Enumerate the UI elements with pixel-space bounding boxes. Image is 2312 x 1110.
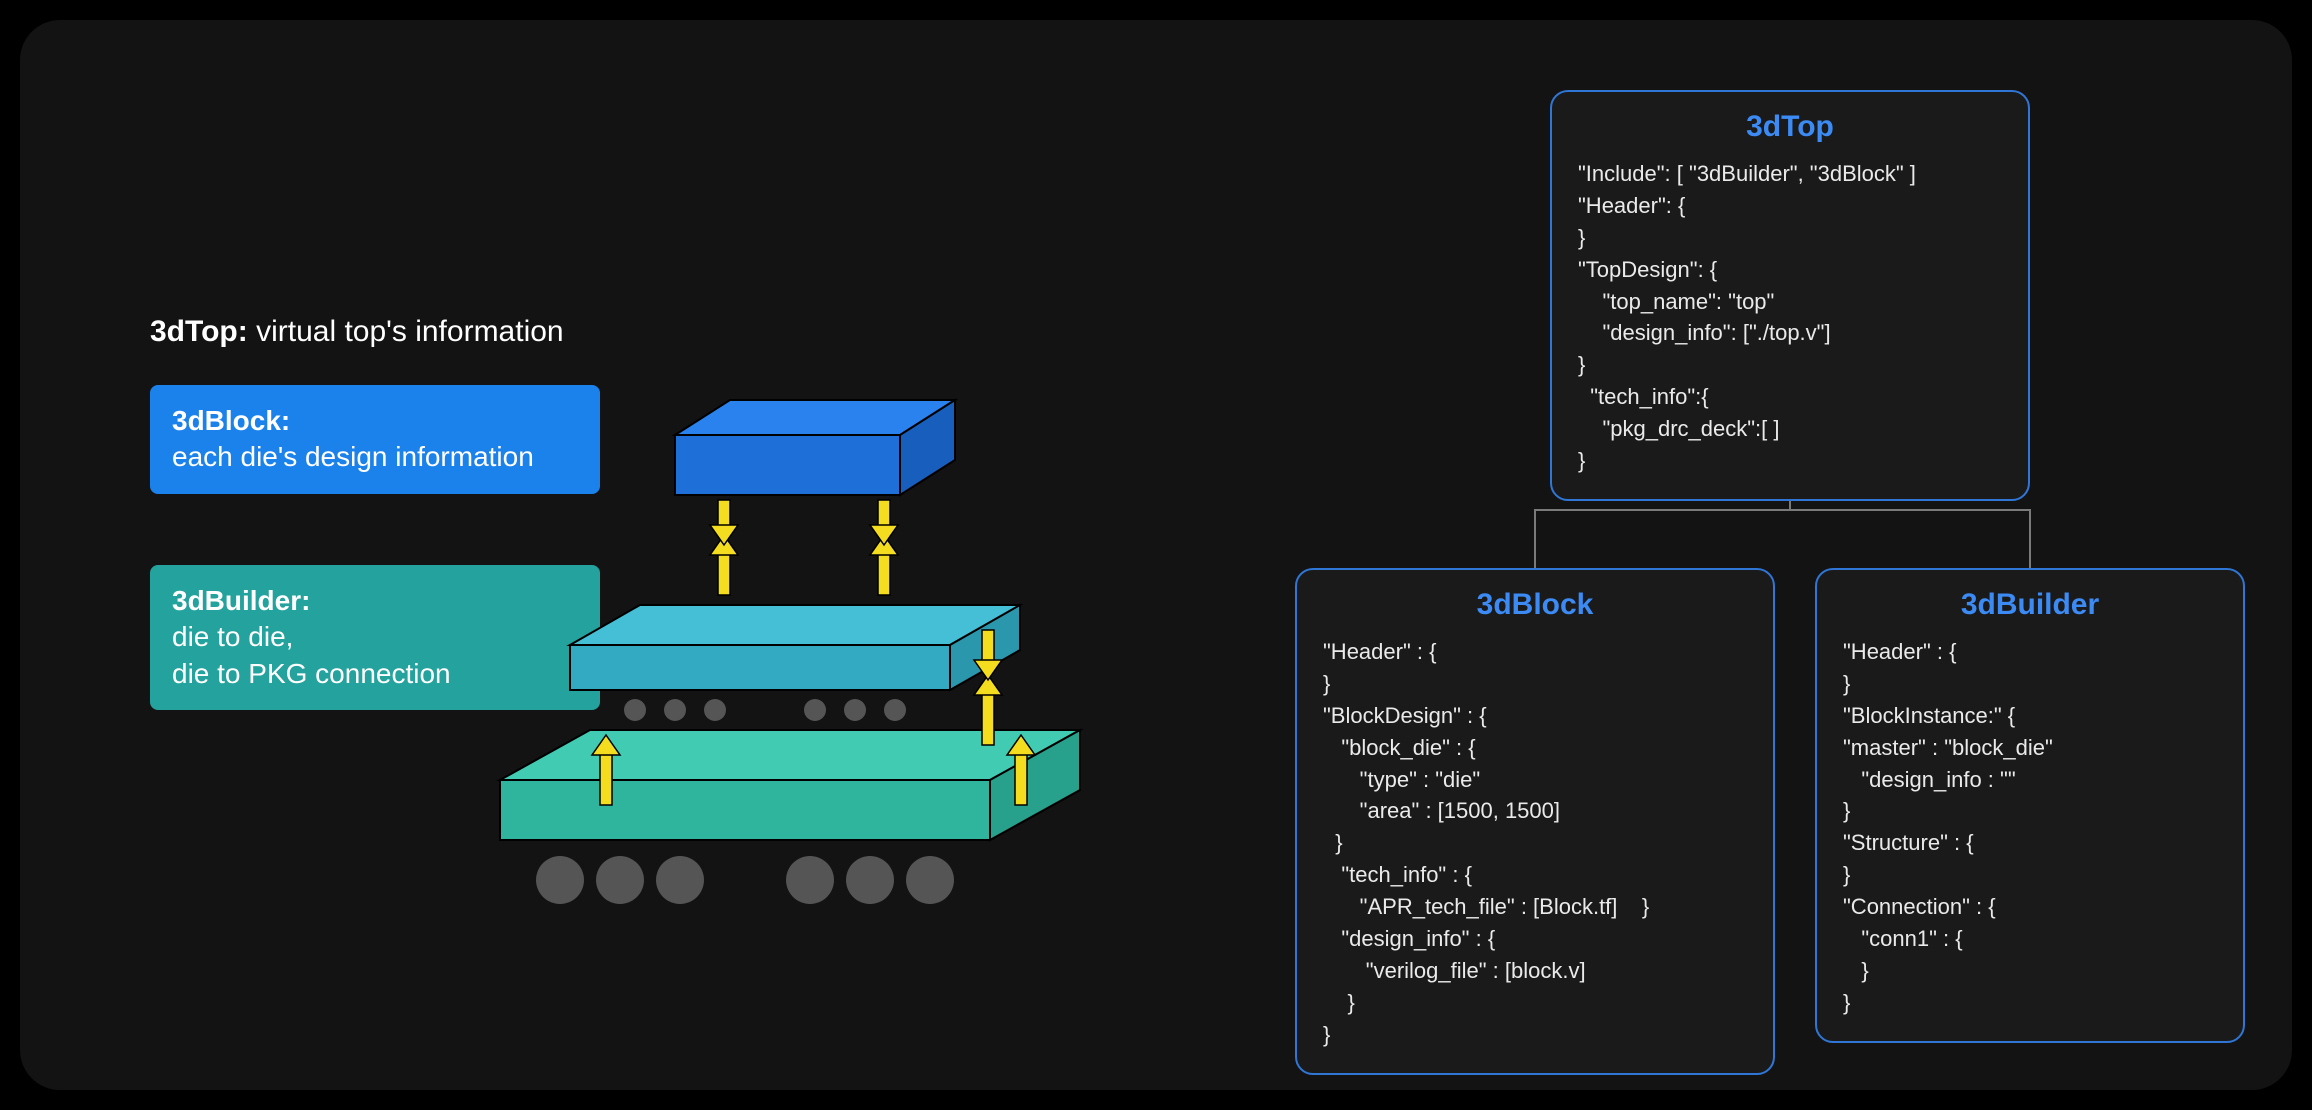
die-middle — [570, 605, 1020, 690]
die-top — [675, 400, 955, 495]
json-title-3dbuilder: 3dBuilder — [1843, 588, 2217, 622]
json-box-3dtop: 3dTop "Include": [ "3dBuilder", "3dBlock… — [1550, 90, 2030, 501]
label-3dbuilder-desc2: die to PKG connection — [172, 658, 451, 689]
solder-balls — [536, 856, 954, 904]
json-body-3dtop: "Include": [ "3dBuilder", "3dBlock" ] "H… — [1578, 158, 2002, 477]
die-bottom — [500, 730, 1080, 840]
json-box-3dblock: 3dBlock "Header" : { } "BlockDesign" : {… — [1295, 568, 1775, 1075]
label-3dtop-title: 3dTop: — [150, 315, 248, 348]
arrow-down-icon — [710, 500, 738, 545]
label-3dbuilder-desc1: die to die, — [172, 621, 293, 652]
micro-bumps — [624, 699, 906, 721]
json-body-3dblock: "Header" : { } "BlockDesign" : { "block_… — [1323, 636, 1747, 1051]
json-title-3dtop: 3dTop — [1578, 110, 2002, 144]
stack-illustration — [460, 290, 1160, 940]
json-body-3dbuilder: "Header" : { } "BlockInstance:" { "maste… — [1843, 636, 2217, 1019]
diagram-canvas: 3dTop: virtual top's information 3dBlock… — [20, 20, 2292, 1090]
arrow-down-icon — [870, 500, 898, 545]
json-box-3dbuilder: 3dBuilder "Header" : { } "BlockInstance:… — [1815, 568, 2245, 1043]
json-title-3dblock: 3dBlock — [1323, 588, 1747, 622]
